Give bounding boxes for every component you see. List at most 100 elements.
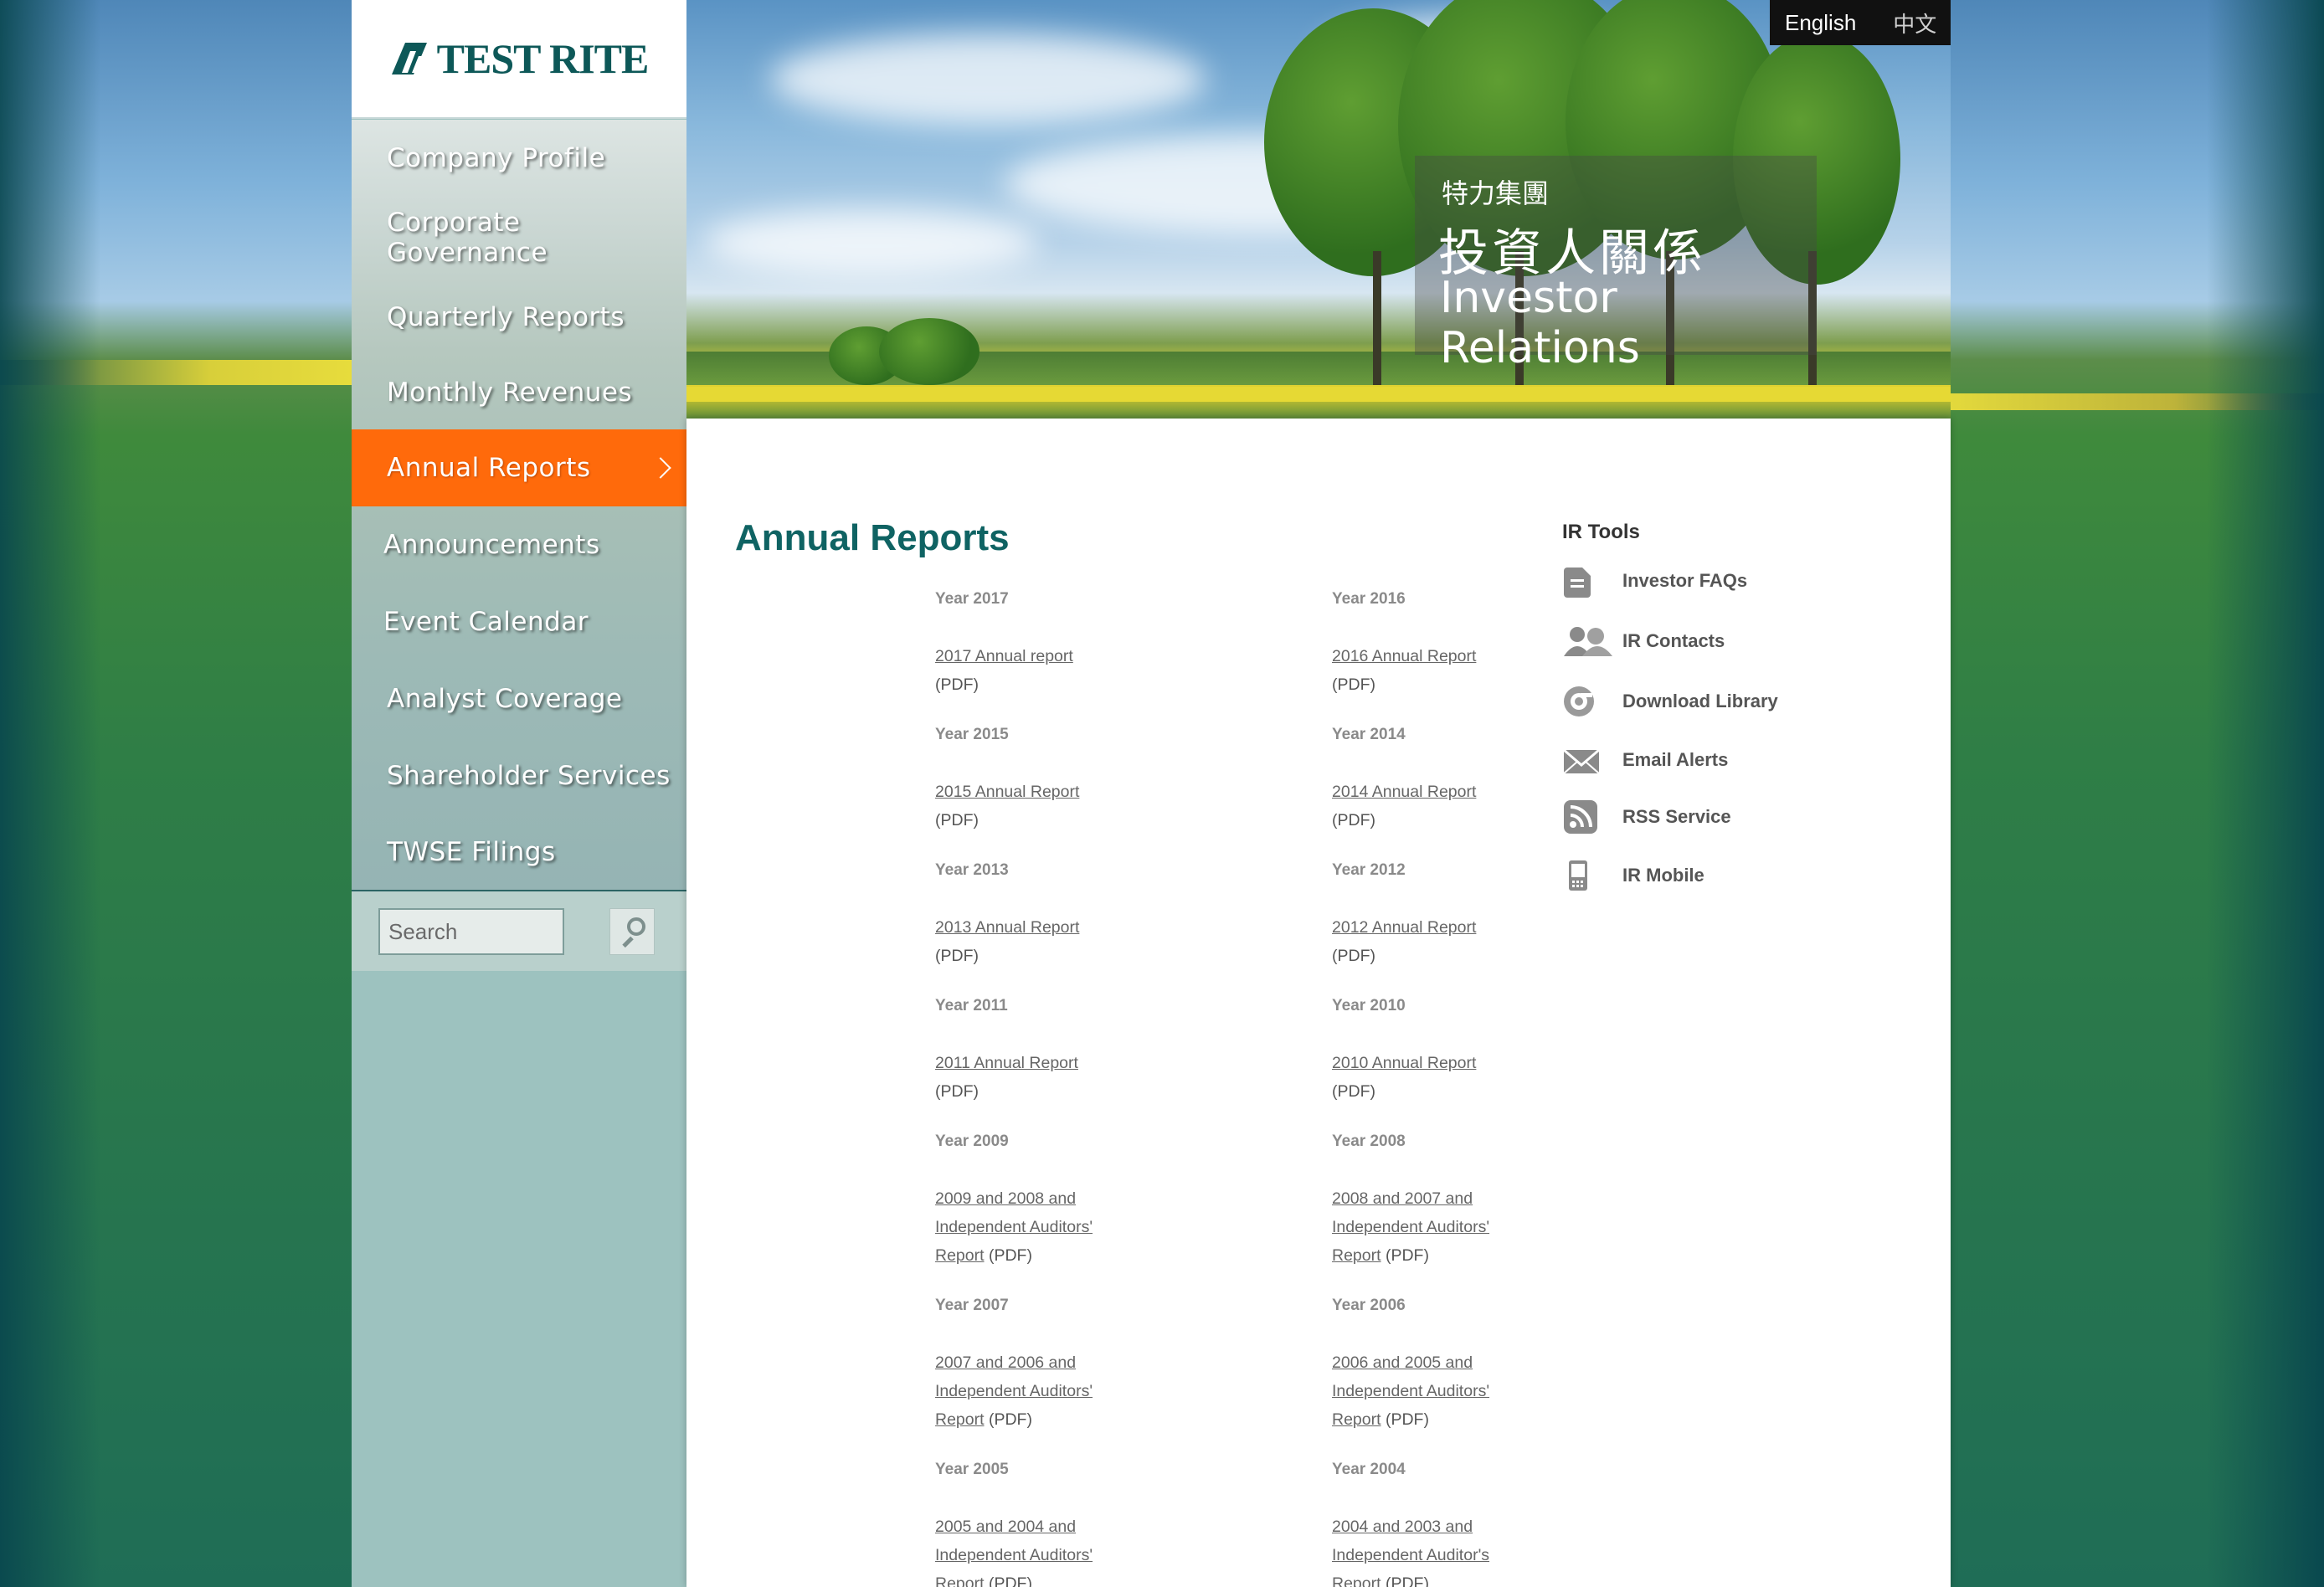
pdf-label: (PDF)	[988, 1574, 1032, 1587]
download-disc-icon	[1562, 683, 1612, 720]
pdf-label: (PDF)	[988, 1410, 1032, 1429]
mobile-phone-icon	[1562, 857, 1612, 894]
nav-item-company-profile[interactable]: Company Profile	[352, 120, 686, 197]
tool-label: IR Contacts	[1622, 630, 1725, 651]
search-area	[352, 891, 686, 971]
tool-label: Investor FAQs	[1622, 570, 1748, 591]
nav-item-shareholder-services[interactable]: Shareholder Services	[352, 737, 686, 814]
nav-item-event-calendar[interactable]: Event Calendar	[352, 583, 686, 660]
nav-item-monthly-revenues[interactable]: Monthly Revenues	[352, 356, 686, 429]
pdf-label: (PDF)	[1332, 811, 1375, 829]
year-heading: Year 2016	[1332, 590, 1406, 608]
background-vignette-right	[2207, 0, 2324, 1587]
nav-item-label-line2: Governance	[387, 238, 548, 268]
report-entry: 2006 and 2005 and Independent Auditors' …	[1332, 1348, 1524, 1434]
report-entry: 2013 Annual Report (PDF)	[935, 913, 1128, 970]
header-banner: 特力集團 投資人關係 Investor Relations	[686, 0, 1951, 419]
report-link[interactable]: 2015 Annual Report	[935, 783, 1079, 801]
people-icon	[1562, 623, 1612, 660]
chevron-right-icon	[650, 457, 671, 479]
year-heading: Year 2015	[935, 726, 1009, 743]
year-heading: Year 2006	[1332, 1297, 1406, 1314]
tool-label: Download Library	[1622, 691, 1778, 711]
report-entry: 2005 and 2004 and Independent Auditors' …	[935, 1513, 1128, 1587]
report-entry: 2012 Annual Report (PDF)	[1332, 913, 1524, 970]
nav-item-label: Analyst Coverage	[387, 684, 623, 714]
pdf-label: (PDF)	[1385, 1410, 1429, 1429]
report-link[interactable]: 2011 Annual Report	[935, 1054, 1078, 1072]
pdf-label: (PDF)	[1385, 1574, 1429, 1587]
search-icon	[627, 917, 645, 936]
pdf-label: (PDF)	[935, 947, 979, 965]
report-link[interactable]: 2012 Annual Report	[1332, 918, 1476, 937]
report-link[interactable]: 2017 Annual report	[935, 647, 1073, 665]
lang-chinese-link[interactable]: 中文	[1893, 8, 1936, 39]
report-link[interactable]: 2010 Annual Report	[1332, 1054, 1476, 1072]
tool-email-alerts[interactable]: Email Alerts	[1562, 742, 1728, 778]
pdf-label: (PDF)	[1332, 947, 1375, 965]
tool-download-library[interactable]: Download Library	[1562, 683, 1778, 720]
pdf-label: (PDF)	[1332, 675, 1375, 694]
nav-item-label: Annual Reports	[387, 453, 591, 483]
nav-item-label: Shareholder Services	[387, 761, 671, 791]
tool-label: IR Mobile	[1622, 865, 1704, 886]
tool-rss-service[interactable]: RSS Service	[1562, 799, 1731, 835]
report-entry: 2014 Annual Report (PDF)	[1332, 778, 1524, 835]
nav-item-label: TWSE Filings	[387, 837, 556, 867]
nav-item-label: Corporate	[387, 208, 521, 238]
report-link[interactable]: 2014 Annual Report	[1332, 783, 1476, 801]
nav-item-label: Monthly Revenues	[387, 377, 633, 408]
logo-text: TEST RITE	[436, 35, 650, 82]
report-entry: 2011 Annual Report (PDF)	[935, 1049, 1128, 1106]
pdf-label: (PDF)	[1332, 1082, 1375, 1101]
nav-item-label: Quarterly Reports	[387, 302, 625, 332]
lang-english-link[interactable]: English	[1785, 10, 1856, 36]
nav-item-analyst-coverage[interactable]: Analyst Coverage	[352, 660, 686, 737]
report-entry: 2004 and 2003 and Independent Auditor's …	[1332, 1513, 1524, 1587]
main-nav: Company Profile Corporate Governance Qua…	[352, 120, 686, 890]
banner-chinese-group-name: 特力集團	[1442, 177, 1550, 209]
nav-item-announcements[interactable]: Announcements	[352, 506, 686, 583]
nav-item-annual-reports[interactable]: Annual Reports	[352, 429, 686, 506]
investor-relations-title-panel: 特力集團 投資人關係 Investor Relations	[1415, 156, 1817, 373]
report-link[interactable]: 2013 Annual Report	[935, 918, 1079, 937]
ir-tools-heading: IR Tools	[1562, 521, 1640, 543]
logo-area[interactable]: TEST RITE	[352, 0, 686, 119]
background-vignette-left	[0, 0, 100, 1587]
nav-item-quarterly-reports[interactable]: Quarterly Reports	[352, 279, 686, 356]
report-entry: 2007 and 2006 and Independent Auditors' …	[935, 1348, 1128, 1434]
year-heading: Year 2014	[1332, 726, 1406, 743]
pdf-label: (PDF)	[935, 811, 979, 829]
year-heading: Year 2005	[935, 1461, 1009, 1478]
page-title: Annual Reports	[735, 517, 1010, 558]
report-entry: 2017 Annual report (PDF)	[935, 642, 1128, 699]
sidebar: TEST RITE Company Profile Corporate Gove…	[352, 0, 686, 1587]
year-heading: Year 2009	[935, 1132, 1009, 1150]
search-button[interactable]	[609, 908, 655, 955]
search-input[interactable]	[378, 908, 564, 955]
nav-item-corporate-governance[interactable]: Corporate Governance	[352, 197, 686, 279]
test-rite-logo[interactable]: TEST RITE	[390, 34, 649, 83]
report-link[interactable]: 2016 Annual Report	[1332, 647, 1476, 665]
tool-ir-mobile[interactable]: IR Mobile	[1562, 857, 1704, 894]
pdf-label: (PDF)	[988, 1246, 1032, 1265]
nav-item-label: Announcements	[383, 530, 600, 560]
year-heading: Year 2007	[935, 1297, 1009, 1314]
main-content: Annual Reports Year 2017 2017 Annual rep…	[686, 419, 1951, 1587]
nav-item-label: Event Calendar	[383, 607, 589, 637]
pdf-label: (PDF)	[935, 1082, 979, 1101]
report-entry: 2008 and 2007 and Independent Auditors' …	[1332, 1184, 1524, 1270]
language-switcher: English 中文	[1770, 0, 1951, 45]
tool-ir-contacts[interactable]: IR Contacts	[1562, 623, 1725, 660]
nav-item-twse-filings[interactable]: TWSE Filings	[352, 814, 686, 890]
tool-label: Email Alerts	[1622, 749, 1729, 770]
banner-english-title: Investor Relations	[1440, 273, 1640, 373]
year-heading: Year 2010	[1332, 997, 1406, 1014]
year-heading: Year 2004	[1332, 1461, 1406, 1478]
envelope-icon	[1562, 742, 1612, 778]
report-entry: 2010 Annual Report (PDF)	[1332, 1049, 1524, 1106]
rss-icon	[1562, 799, 1612, 835]
year-heading: Year 2017	[935, 590, 1009, 608]
tool-investor-faqs[interactable]: Investor FAQs	[1562, 562, 1747, 599]
report-entry: 2016 Annual Report (PDF)	[1332, 642, 1524, 699]
